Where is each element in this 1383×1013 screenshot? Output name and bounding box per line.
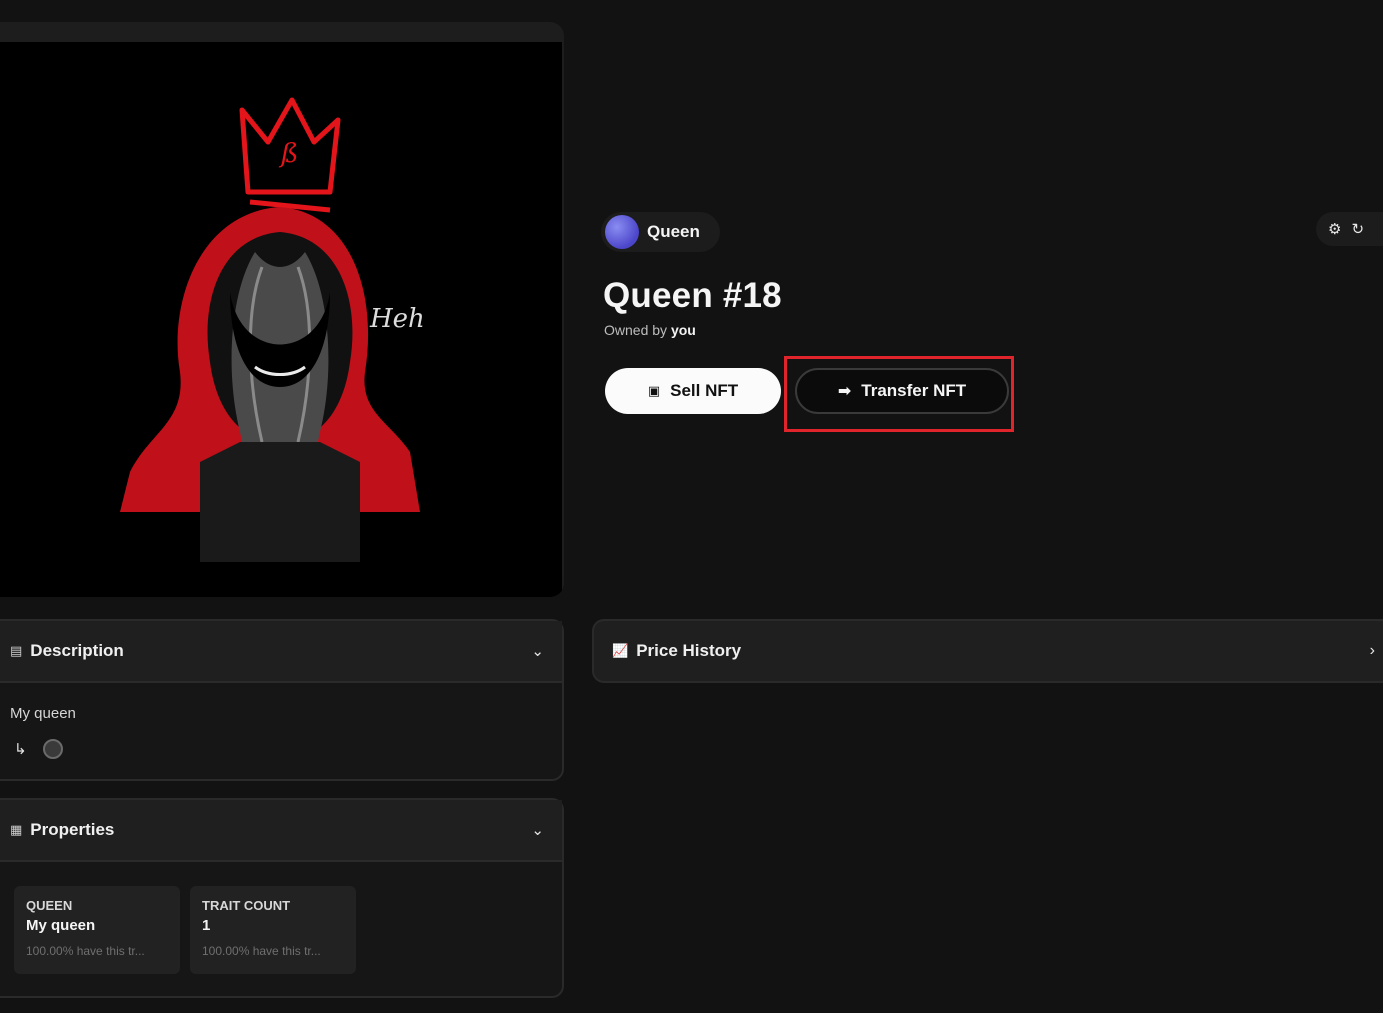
sell-nft-label: Sell NFT: [670, 381, 739, 400]
nft-image-card: ß Heh: [0, 22, 564, 597]
collection-chip[interactable]: Queen: [601, 212, 720, 252]
description-heading: Description: [30, 641, 124, 660]
collection-avatar: [605, 215, 639, 249]
collection-name: Queen: [647, 222, 700, 241]
sell-nft-button[interactable]: ▣ Sell NFT: [605, 368, 781, 414]
price-history-panel[interactable]: 📈 Price History ›: [592, 619, 1383, 683]
properties-header[interactable]: ▦ Properties ⌄: [0, 800, 562, 862]
grid-icon: ▦: [10, 822, 23, 837]
svg-text:Heh: Heh: [369, 304, 425, 334]
highlight-box: [784, 356, 1014, 432]
properties-heading: Properties: [30, 820, 115, 839]
trait-card[interactable]: TRAIT COUNT 1 100.00% have this tr...: [190, 886, 356, 974]
trait-type: QUEEN: [26, 898, 73, 913]
owned-by-label: Owned by: [604, 322, 668, 338]
external-link-icon[interactable]: ↳: [14, 740, 27, 758]
owner-name[interactable]: you: [671, 322, 696, 338]
tag-icon: ▣: [647, 383, 661, 398]
svg-text:ß: ß: [278, 139, 298, 169]
chevron-down-icon[interactable]: ⌄: [531, 642, 544, 660]
trait-value: 1: [202, 917, 211, 934]
description-icon: ▤: [10, 643, 23, 658]
properties-panel: ▦ Properties ⌄ QUEEN My queen 100.00% ha…: [0, 798, 564, 998]
refresh-icon[interactable]: ↻: [1351, 220, 1364, 238]
toolbar-pill: ⚙ ↻: [1316, 212, 1383, 246]
trait-rarity: 100.00% have this tr...: [202, 944, 321, 958]
explorer-icon[interactable]: [42, 739, 63, 759]
description-text: My queen: [10, 705, 76, 722]
description-header[interactable]: ▤ Description ⌄: [0, 621, 562, 683]
trait-type: TRAIT COUNT: [202, 898, 291, 913]
trait-rarity: 100.00% have this tr...: [26, 944, 145, 958]
trait-value: My queen: [26, 917, 96, 934]
description-panel: ▤ Description ⌄ My queen ↳: [0, 619, 564, 781]
nft-title: Queen #18: [603, 276, 782, 315]
owner-line: Owned by you: [604, 322, 696, 338]
nft-image[interactable]: ß Heh: [0, 42, 562, 597]
description-links: ↳: [14, 739, 63, 759]
gear-icon[interactable]: ⚙: [1328, 220, 1341, 238]
chevron-right-icon[interactable]: ›: [1370, 642, 1375, 660]
chevron-down-icon[interactable]: ⌄: [531, 821, 544, 839]
price-history-heading: Price History: [636, 641, 742, 660]
chart-icon: 📈: [612, 643, 629, 658]
trait-card[interactable]: QUEEN My queen 100.00% have this tr...: [14, 886, 180, 974]
